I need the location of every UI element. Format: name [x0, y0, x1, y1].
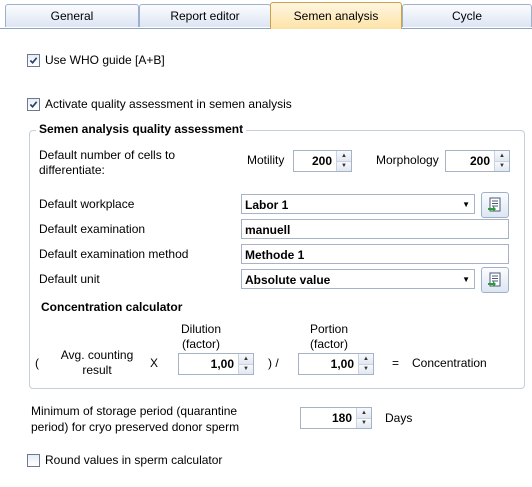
tab-semen-analysis[interactable]: Semen analysis: [270, 2, 402, 29]
calculator-title: Concentration calculator: [41, 300, 183, 314]
storage-unit-label: Days: [385, 411, 413, 425]
tab-cycle[interactable]: Cycle: [402, 4, 532, 27]
portion-line1: Portion: [309, 322, 349, 336]
tab-bar: General Report editor Semen analysis Cyc…: [0, 0, 532, 29]
chevron-down-icon: ▼: [462, 200, 470, 209]
cells-label-line2: differentiate:: [39, 163, 105, 177]
list-lookup-icon: [488, 272, 501, 287]
storage-label-line1: Minimum of storage period (quarantine: [31, 404, 238, 418]
checkmark-icon: [27, 97, 40, 111]
morphology-stepper[interactable]: 200 ▲ ▼: [445, 150, 510, 172]
spin-up-icon[interactable]: ▲: [337, 151, 351, 161]
avg-counting-line2: result: [82, 363, 112, 377]
spin-up-icon[interactable]: ▲: [495, 151, 509, 161]
method-input[interactable]: Methode 1: [241, 244, 509, 264]
dilution-value: 1,00: [210, 357, 234, 371]
spin-down-icon[interactable]: ▼: [337, 160, 351, 171]
round-values-checkbox[interactable]: Round values in sperm calculator: [27, 453, 222, 467]
dilution-line2: (factor): [181, 337, 220, 351]
unit-lookup-button[interactable]: [481, 267, 509, 293]
times-symbol: X: [150, 356, 159, 370]
workplace-value: Labor 1: [245, 198, 289, 212]
spin-down-icon[interactable]: ▼: [359, 363, 373, 374]
morphology-label: Morphology: [376, 153, 439, 167]
spin-up-icon[interactable]: ▲: [359, 354, 373, 364]
morphology-value: 200: [469, 154, 490, 168]
workplace-lookup-button[interactable]: [481, 192, 509, 218]
chevron-down-icon: ▼: [462, 275, 470, 284]
use-who-guide-checkbox[interactable]: Use WHO guide [A+B]: [27, 53, 165, 67]
storage-period-value: 180: [331, 411, 352, 425]
spin-down-icon[interactable]: ▼: [239, 363, 253, 374]
checkbox-empty-icon: [27, 453, 40, 467]
quality-group-title: Semen analysis quality assessment: [36, 122, 247, 136]
examination-input[interactable]: manuell: [241, 219, 509, 239]
open-paren: (: [35, 356, 39, 370]
equals-symbol: =: [392, 356, 400, 370]
examination-label: Default examination: [39, 222, 146, 236]
cells-label-line1: Default number of cells to: [39, 148, 176, 162]
avg-counting-line1: Avg. counting: [60, 348, 134, 362]
list-lookup-icon: [488, 197, 501, 212]
activate-quality-label: Activate quality assessment in semen ana…: [45, 97, 292, 111]
storage-period-stepper[interactable]: 180 ▲ ▼: [300, 407, 372, 429]
spin-up-icon[interactable]: ▲: [239, 354, 253, 364]
workplace-label: Default workplace: [39, 197, 135, 211]
round-values-label: Round values in sperm calculator: [45, 453, 223, 467]
unit-value: Absolute value: [245, 273, 331, 287]
unit-label: Default unit: [39, 272, 100, 286]
portion-value: 1,00: [330, 357, 354, 371]
unit-select[interactable]: Absolute value ▼: [241, 269, 475, 289]
use-who-guide-label: Use WHO guide [A+B]: [45, 53, 165, 67]
workplace-select[interactable]: Labor 1 ▼: [241, 194, 475, 214]
method-label: Default examination method: [39, 247, 189, 261]
divide-symbol: ) /: [268, 356, 279, 370]
concentration-result-label: Concentration: [412, 356, 487, 370]
spin-down-icon[interactable]: ▼: [357, 417, 371, 428]
tab-report-editor[interactable]: Report editor: [139, 4, 271, 27]
motility-value: 200: [311, 154, 332, 168]
storage-label-line2: period) for cryo preserved donor sperm: [31, 420, 240, 434]
portion-stepper[interactable]: 1,00 ▲ ▼: [298, 353, 374, 375]
dilution-stepper[interactable]: 1,00 ▲ ▼: [178, 353, 254, 375]
tab-general[interactable]: General: [5, 4, 139, 27]
spin-down-icon[interactable]: ▼: [495, 160, 509, 171]
checkmark-icon: [27, 53, 40, 67]
spin-up-icon[interactable]: ▲: [357, 408, 371, 418]
motility-stepper[interactable]: 200 ▲ ▼: [293, 150, 352, 172]
motility-label: Motility: [247, 153, 285, 167]
portion-line2: (factor): [309, 337, 348, 351]
activate-quality-checkbox[interactable]: Activate quality assessment in semen ana…: [27, 97, 292, 111]
dilution-line1: Dilution: [180, 322, 222, 336]
